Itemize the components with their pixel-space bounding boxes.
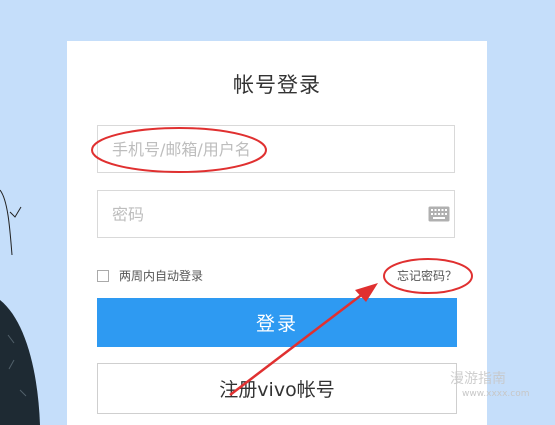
keyboard-icon[interactable]	[428, 206, 450, 222]
login-button[interactable]: 登录	[97, 298, 457, 347]
watermark: 漫游指南	[450, 371, 506, 387]
username-input[interactable]	[98, 126, 412, 172]
forgot-password-link[interactable]: 忘记密码？	[397, 267, 457, 284]
page-title: 帐号登录	[233, 73, 321, 97]
remember-me[interactable]: 两周内自动登录	[97, 267, 203, 284]
login-card: 帐号登录 两周内自动登录 忘记密码？ 登录 注册vivo帐号	[67, 41, 487, 425]
username-field[interactable]	[97, 125, 455, 173]
watermark-url: www.xxxx.com	[462, 389, 530, 399]
remember-checkbox[interactable]	[97, 269, 109, 282]
password-input[interactable]	[98, 191, 412, 237]
password-field[interactable]	[97, 190, 455, 238]
register-button[interactable]: 注册vivo帐号	[97, 363, 457, 414]
background-illustration	[0, 189, 40, 425]
remember-label: 两周内自动登录	[119, 269, 204, 283]
